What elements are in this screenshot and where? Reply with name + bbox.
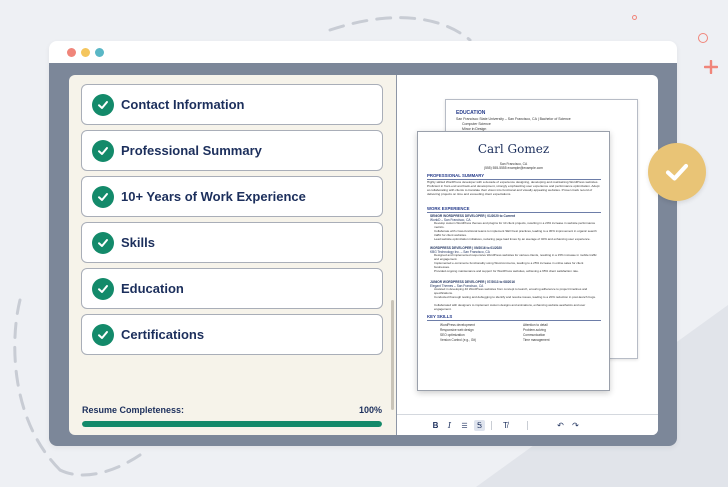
bold-button[interactable]: B — [430, 420, 441, 431]
progress-label: Resume Completeness: — [82, 405, 185, 415]
section-label: Contact Information — [121, 97, 245, 112]
window-titlebar — [49, 41, 677, 63]
section-label: Education — [121, 281, 184, 296]
job-bullet: Provided ongoing maintenance and support… — [434, 269, 579, 273]
skill-item: Attention to detail — [523, 323, 548, 327]
plus-icon — [704, 60, 718, 74]
experience-rule — [427, 212, 601, 213]
sections-panel: Contact Information Professional Summary… — [69, 75, 396, 435]
skill-item: Time management — [523, 338, 550, 342]
section-label: Skills — [121, 235, 155, 250]
progress-bar-fill — [82, 421, 382, 427]
check-icon — [665, 163, 689, 181]
editor-frame: Contact Information Professional Summary… — [49, 63, 677, 446]
section-certifications[interactable]: Certifications — [81, 314, 383, 355]
progress-percent: 100% — [358, 405, 382, 415]
resume-contact: (555) 555-5555 example@example.com — [484, 166, 543, 170]
section-contact-information[interactable]: Contact Information — [81, 84, 383, 125]
clear-format-button[interactable]: T̸ — [500, 420, 511, 431]
job-bullet: Collaborated with designers to implement… — [434, 303, 586, 311]
experience-heading: WORK EXPERIENCE — [427, 206, 470, 211]
progress-bar — [82, 421, 382, 427]
minimize-window-dot[interactable] — [81, 48, 90, 57]
skill-item: Responsive web design — [440, 328, 474, 332]
skill-item: SEO optimization — [440, 333, 465, 337]
summary-text: Highly skilled WordPress developer with … — [427, 180, 600, 196]
resume-name: Carl Gomez — [477, 142, 550, 156]
decorative-ring — [698, 33, 708, 43]
redo-button[interactable]: ↷ — [570, 420, 581, 431]
decorative-circle — [632, 15, 637, 20]
skill-item: Version Control (e.g., Git) — [440, 338, 476, 342]
close-window-dot[interactable] — [67, 48, 76, 57]
section-list: Contact Information Professional Summary… — [81, 84, 383, 360]
job-bullet: Conducted thorough testing and debugging… — [434, 295, 596, 299]
check-icon — [92, 323, 114, 346]
summary-heading: PROFESSIONAL SUMMARY — [427, 173, 485, 178]
education-school: San Francisco State University – San Fra… — [456, 117, 571, 121]
job-bullet: Lead website optimization initiatives, r… — [434, 237, 591, 241]
skill-item: Communication — [523, 333, 546, 337]
check-icon — [92, 185, 114, 208]
skills-rule — [427, 320, 601, 321]
section-education[interactable]: Education — [81, 268, 383, 309]
complete-check-badge — [648, 143, 706, 201]
resume-front-page: Carl Gomez San Francisco, CA (555) 555-5… — [417, 131, 610, 391]
italic-button[interactable]: I — [444, 420, 455, 431]
section-label: 10+ Years of Work Experience — [121, 189, 306, 204]
section-work-experience[interactable]: 10+ Years of Work Experience — [81, 176, 383, 217]
toolbar-separator — [491, 421, 492, 430]
toolbar-separator — [527, 421, 528, 430]
resume-preview-panel: EDUCATION San Francisco State University… — [397, 75, 658, 435]
section-skills[interactable]: Skills — [81, 222, 383, 263]
format-toolbar: B I ☰ Ꭶ T̸ ↶ ↷ — [397, 414, 658, 435]
undo-button[interactable]: ↶ — [555, 420, 566, 431]
section-professional-summary[interactable]: Professional Summary — [81, 130, 383, 171]
maximize-window-dot[interactable] — [95, 48, 104, 57]
check-icon — [92, 93, 114, 116]
education-heading: EDUCATION — [456, 110, 486, 116]
list-button[interactable]: ☰ — [459, 420, 470, 431]
skill-item: Problem-solving — [523, 328, 546, 332]
skill-item: WordPress development — [440, 323, 475, 327]
check-icon — [92, 277, 114, 300]
education-major: Computer Science — [462, 122, 491, 126]
app-window: Contact Information Professional Summary… — [49, 41, 677, 446]
sections-scrollbar[interactable] — [391, 300, 394, 410]
section-label: Certifications — [121, 327, 205, 342]
format-button[interactable]: Ꭶ — [474, 420, 485, 431]
section-label: Professional Summary — [121, 143, 262, 158]
skills-heading: KEY SKILLS — [427, 314, 453, 319]
check-icon — [92, 231, 114, 254]
check-icon — [92, 139, 114, 162]
